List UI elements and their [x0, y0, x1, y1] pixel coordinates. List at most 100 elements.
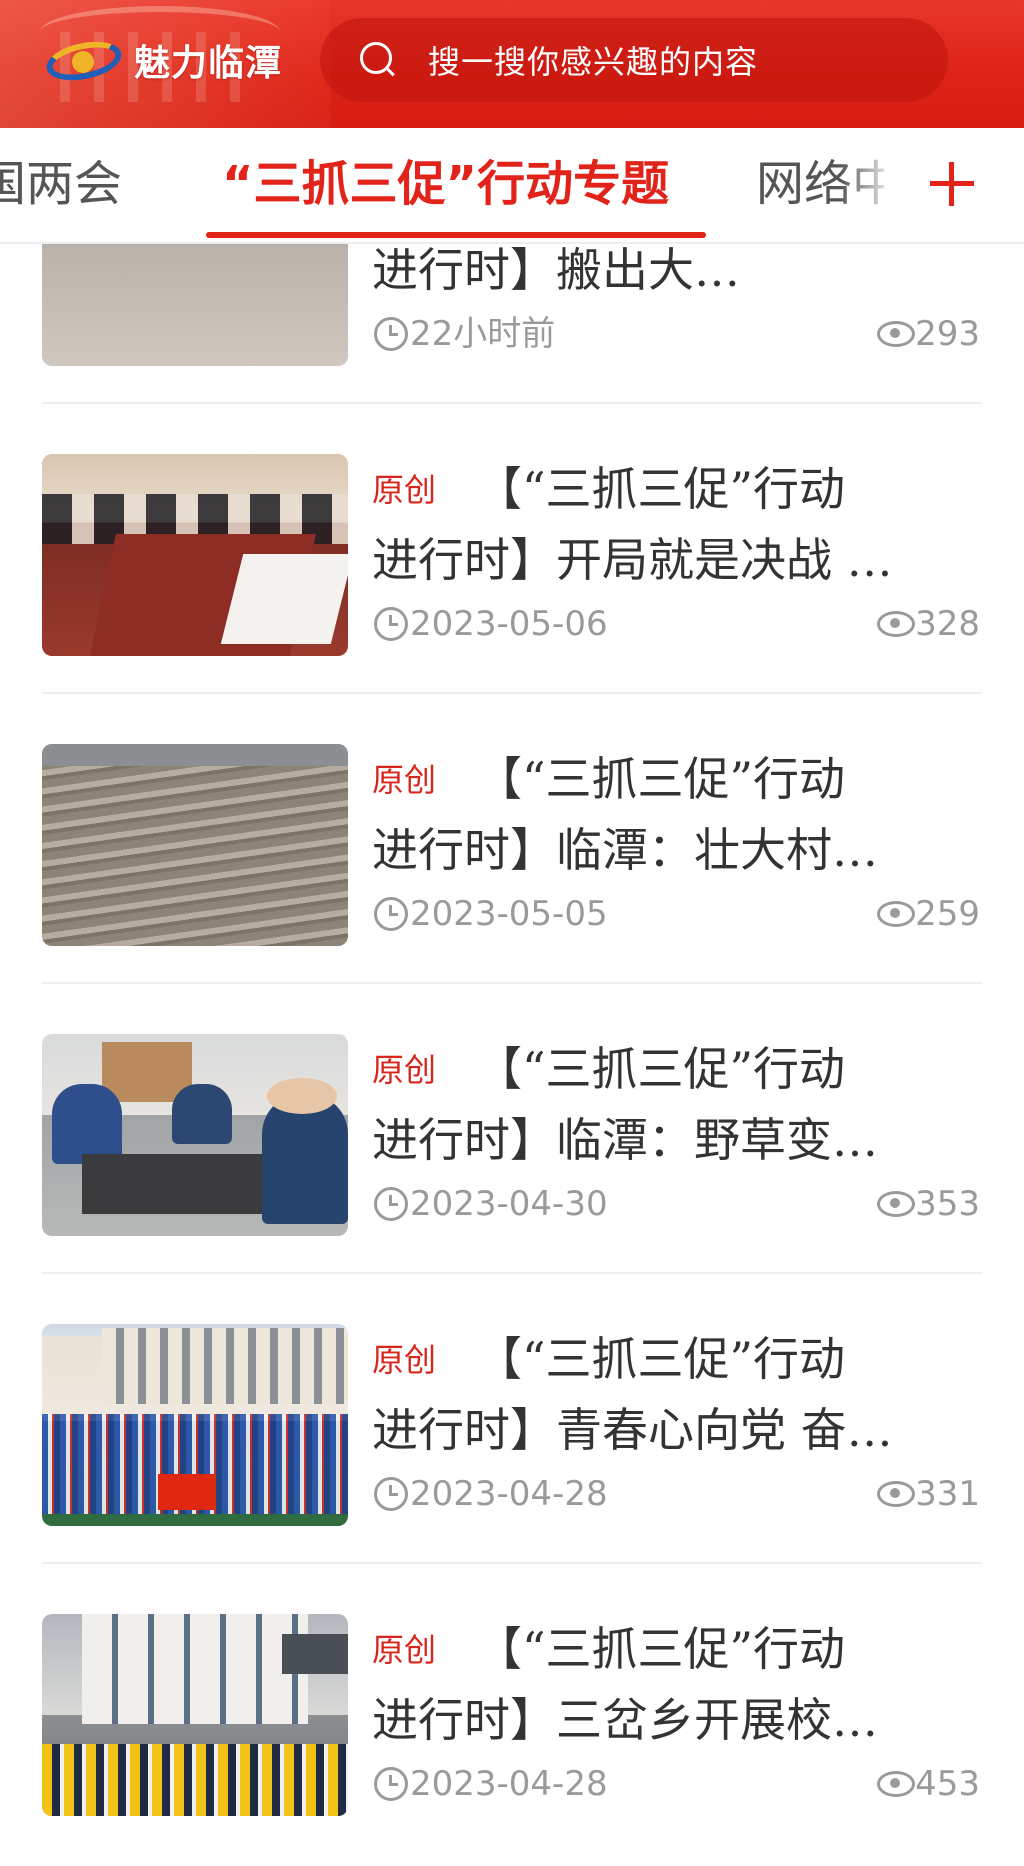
news-list: 进行时】搬出大… 22小时前 293 原创 【“三抓三促”行动 进行时】开局就是决… [0, 244, 1024, 1866]
logo-icon [43, 35, 125, 87]
news-meta: 2023-04-28 453 [374, 1762, 980, 1806]
thumb-detail [42, 1744, 348, 1816]
news-view-count: 331 [915, 1474, 980, 1514]
thumb-detail [220, 554, 348, 644]
news-title-line1: 原创 【“三抓三促”行动 [372, 454, 992, 525]
news-title: 原创 【“三抓三促”行动 进行时】三岔乡开展校… [372, 1614, 992, 1755]
news-title-line2: 进行时】开局就是决战 … [372, 533, 893, 587]
thumb-detail [42, 744, 348, 766]
news-time: 2023-04-28 [410, 1474, 608, 1514]
news-meta: 22小时前 293 [374, 312, 980, 356]
clock-icon [374, 607, 408, 641]
news-views: 453 [877, 1762, 980, 1806]
news-meta: 2023-04-30 353 [374, 1182, 980, 1226]
search-icon [360, 42, 396, 78]
tab-active-indicator [206, 232, 706, 238]
tab-previous[interactable]: 国两会 [0, 154, 122, 214]
thumb-detail [52, 1084, 122, 1164]
search-placeholder: 搜一搜你感兴趣的内容 [428, 43, 759, 81]
news-views: 293 [877, 312, 980, 356]
news-title-line1: 原创 【“三抓三促”行动 [372, 744, 992, 815]
news-view-count: 353 [915, 1184, 980, 1224]
news-item[interactable]: 原创 【“三抓三促”行动 进行时】三岔乡开展校… 2023-04-28 453 [0, 1564, 1024, 1854]
clock-icon [374, 897, 408, 931]
news-thumbnail [42, 1614, 348, 1816]
news-title-line1: 原创 【“三抓三促”行动 [372, 1034, 992, 1105]
news-thumbnail [42, 244, 348, 366]
logo-dot [72, 51, 94, 73]
news-title-line2: 进行时】搬出大… [372, 244, 740, 297]
news-title-text: 【“三抓三促”行动 [476, 462, 846, 516]
tab-fade-overlay [840, 128, 910, 242]
search-input[interactable]: 搜一搜你感兴趣的内容 [320, 18, 948, 102]
news-tag: 原创 [372, 1051, 437, 1089]
clock-icon [374, 1187, 408, 1221]
add-channel-icon[interactable] [930, 162, 974, 206]
news-meta: 2023-05-05 259 [374, 892, 980, 936]
thumb-detail [82, 1614, 308, 1724]
eye-icon [877, 1191, 916, 1217]
thumb-detail [172, 1084, 232, 1144]
news-title: 原创 【“三抓三促”行动 进行时】青春心向党 奋… [372, 1324, 992, 1465]
news-views: 331 [877, 1472, 980, 1516]
news-item[interactable]: 原创 【“三抓三促”行动 进行时】青春心向党 奋… 2023-04-28 331 [0, 1274, 1024, 1564]
news-view-count: 293 [915, 314, 980, 354]
news-views: 328 [877, 602, 980, 646]
clock-icon [374, 317, 408, 351]
news-tag: 原创 [372, 471, 437, 509]
news-title: 原创 【“三抓三促”行动 进行时】临潭：壮大村… [372, 744, 992, 885]
news-title-text: 【“三抓三促”行动 [476, 1332, 846, 1386]
thumb-detail [282, 1634, 348, 1674]
news-title-text: 【“三抓三促”行动 [476, 1042, 846, 1096]
news-tag: 原创 [372, 761, 437, 799]
news-time: 2023-05-05 [410, 894, 608, 934]
app-header: 魅力临潭 搜一搜你感兴趣的内容 [0, 0, 1024, 128]
news-tag: 原创 [372, 1631, 437, 1669]
news-views: 353 [877, 1182, 980, 1226]
thumb-detail [158, 1474, 216, 1510]
news-title-line2: 进行时】青春心向党 奋… [372, 1403, 893, 1457]
news-view-count: 259 [915, 894, 980, 934]
eye-icon [877, 901, 916, 927]
news-title-line2: 进行时】临潭：野草变… [372, 1113, 878, 1167]
news-tag: 原创 [372, 1341, 437, 1379]
news-time: 2023-05-06 [410, 604, 608, 644]
news-view-count: 453 [915, 1764, 980, 1804]
news-item[interactable]: 原创 【“三抓三促”行动 进行时】临潭：野草变… 2023-04-30 353 [0, 984, 1024, 1274]
news-title-text: 【“三抓三促”行动 [476, 1622, 846, 1676]
news-meta: 2023-04-28 331 [374, 1472, 980, 1516]
news-title-line1: 原创 【“三抓三促”行动 [372, 1614, 992, 1685]
news-title: 进行时】搬出大… [372, 244, 992, 305]
clock-icon [374, 1767, 408, 1801]
app-logo[interactable]: 魅力临潭 [43, 26, 283, 94]
eye-icon [877, 321, 916, 347]
eye-icon [877, 611, 916, 637]
thumb-detail [267, 1078, 337, 1114]
news-views: 259 [877, 892, 980, 936]
news-title-line2: 进行时】三岔乡开展校… [372, 1693, 878, 1747]
news-item[interactable]: 原创 【“三抓三促”行动 进行时】临潭：壮大村… 2023-05-05 259 [0, 694, 1024, 984]
news-title-line2: 进行时】临潭：壮大村… [372, 823, 878, 877]
thumb-detail [102, 1328, 348, 1404]
news-time: 2023-04-28 [410, 1764, 608, 1804]
tab-active[interactable]: “三抓三促”行动专题 [222, 154, 669, 214]
thumb-detail [82, 1154, 282, 1214]
news-view-count: 328 [915, 604, 980, 644]
eye-icon [877, 1771, 916, 1797]
news-title: 原创 【“三抓三促”行动 进行时】临潭：野草变… [372, 1034, 992, 1175]
news-thumbnail [42, 1034, 348, 1236]
news-item[interactable]: 原创 【“三抓三促”行动 进行时】开局就是决战 … 2023-05-06 328 [0, 404, 1024, 694]
news-item[interactable]: 进行时】搬出大… 22小时前 293 [0, 244, 1024, 404]
news-time: 2023-04-30 [410, 1184, 608, 1224]
news-thumbnail [42, 454, 348, 656]
channel-tabbar: 国两会 “三抓三促”行动专题 网络中 [0, 128, 1024, 244]
news-time: 22小时前 [410, 314, 556, 354]
news-thumbnail [42, 1324, 348, 1526]
app-title: 魅力临潭 [134, 42, 283, 84]
eye-icon [877, 1481, 916, 1507]
news-thumbnail [42, 744, 348, 946]
clock-icon [374, 1477, 408, 1511]
news-title-line1: 原创 【“三抓三促”行动 [372, 1324, 992, 1395]
news-meta: 2023-05-06 328 [374, 602, 980, 646]
news-title-text: 【“三抓三促”行动 [476, 752, 846, 806]
